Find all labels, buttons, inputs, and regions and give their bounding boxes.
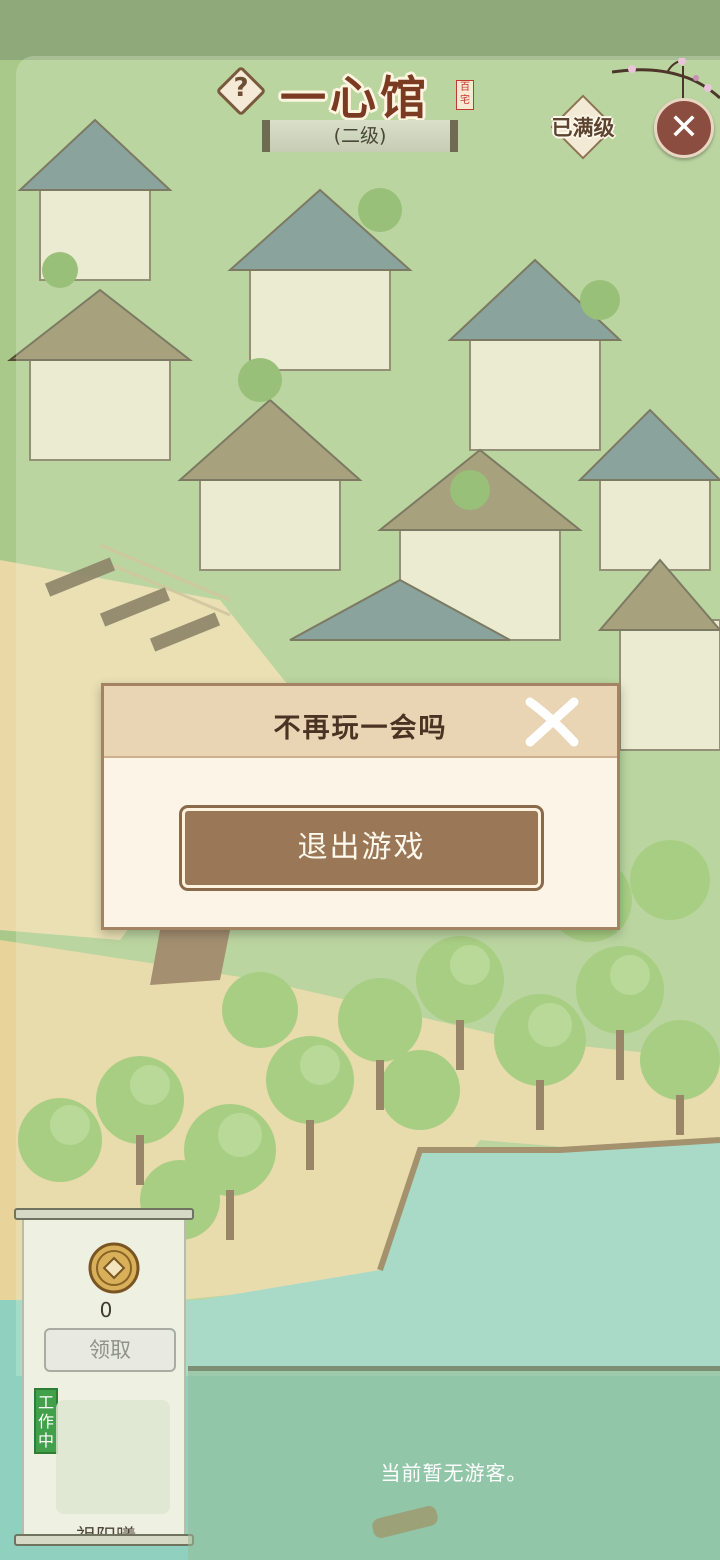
seal-stamp: 百宅	[456, 80, 474, 110]
plum-blossom-branch-icon	[612, 58, 720, 100]
building-level: (二级)	[262, 120, 458, 152]
dialog-header: 不再玩一会吗	[104, 686, 617, 758]
max-level-label: 已满级	[551, 116, 615, 140]
worker-portrait[interactable]	[56, 1400, 170, 1514]
worker-card-paper: 0 领取 工作中 祖阳曦	[22, 1218, 186, 1548]
working-status-tag: 工作中	[34, 1388, 58, 1454]
exit-confirm-dialog: 不再玩一会吗 退出游戏	[101, 683, 620, 930]
coin-count: 0	[99, 1298, 113, 1322]
scroll-rod-bottom	[14, 1534, 194, 1546]
max-level-badge: 已满级	[540, 94, 626, 162]
question-icon: ?	[233, 73, 249, 103]
visitor-panel: 当前暂无游客。	[188, 1366, 720, 1560]
close-icon: ✕	[668, 107, 700, 148]
lantern-cord	[682, 66, 684, 100]
copper-coin-icon	[88, 1242, 140, 1294]
brush-x-icon[interactable]	[522, 696, 582, 748]
no-visitors-text: 当前暂无游客。	[380, 1461, 528, 1485]
help-button[interactable]: ?	[215, 65, 267, 117]
claim-button[interactable]: 领取	[44, 1328, 176, 1372]
exit-game-button[interactable]: 退出游戏	[179, 805, 544, 891]
scroll-rod-top	[14, 1208, 194, 1220]
building-title: 一心馆	[280, 71, 430, 125]
worker-card: 0 领取 工作中 祖阳曦	[14, 1208, 194, 1548]
close-panel-button[interactable]: ✕	[654, 98, 714, 158]
